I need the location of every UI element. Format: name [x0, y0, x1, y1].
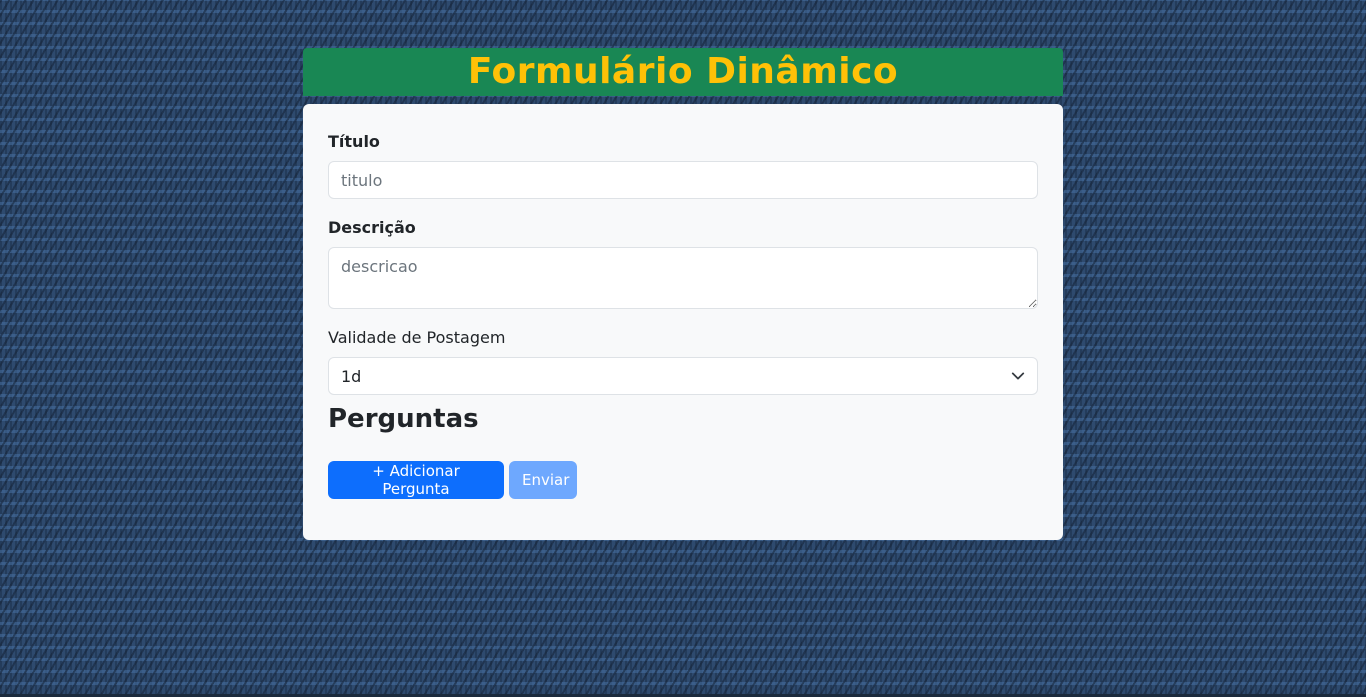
validity-label: Validade de Postagem	[328, 328, 506, 347]
page-title: Formulário Dinâmico	[467, 51, 899, 92]
validity-select[interactable]: 1d	[328, 357, 1038, 395]
questions-heading: Perguntas	[328, 404, 479, 434]
title-label: Título	[328, 132, 380, 151]
add-question-button[interactable]: + Adicionar Pergunta	[328, 461, 504, 499]
chevron-down-icon	[1011, 369, 1025, 383]
submit-button[interactable]: Enviar	[509, 461, 577, 499]
description-label: Descrição	[328, 218, 416, 237]
header-banner: Formulário Dinâmico	[303, 48, 1063, 96]
validity-selected-value: 1d	[341, 366, 362, 386]
description-textarea[interactable]	[328, 247, 1038, 309]
form-card: Título Descrição Validade de Postagem 1d…	[303, 104, 1063, 540]
title-input[interactable]	[328, 161, 1038, 199]
